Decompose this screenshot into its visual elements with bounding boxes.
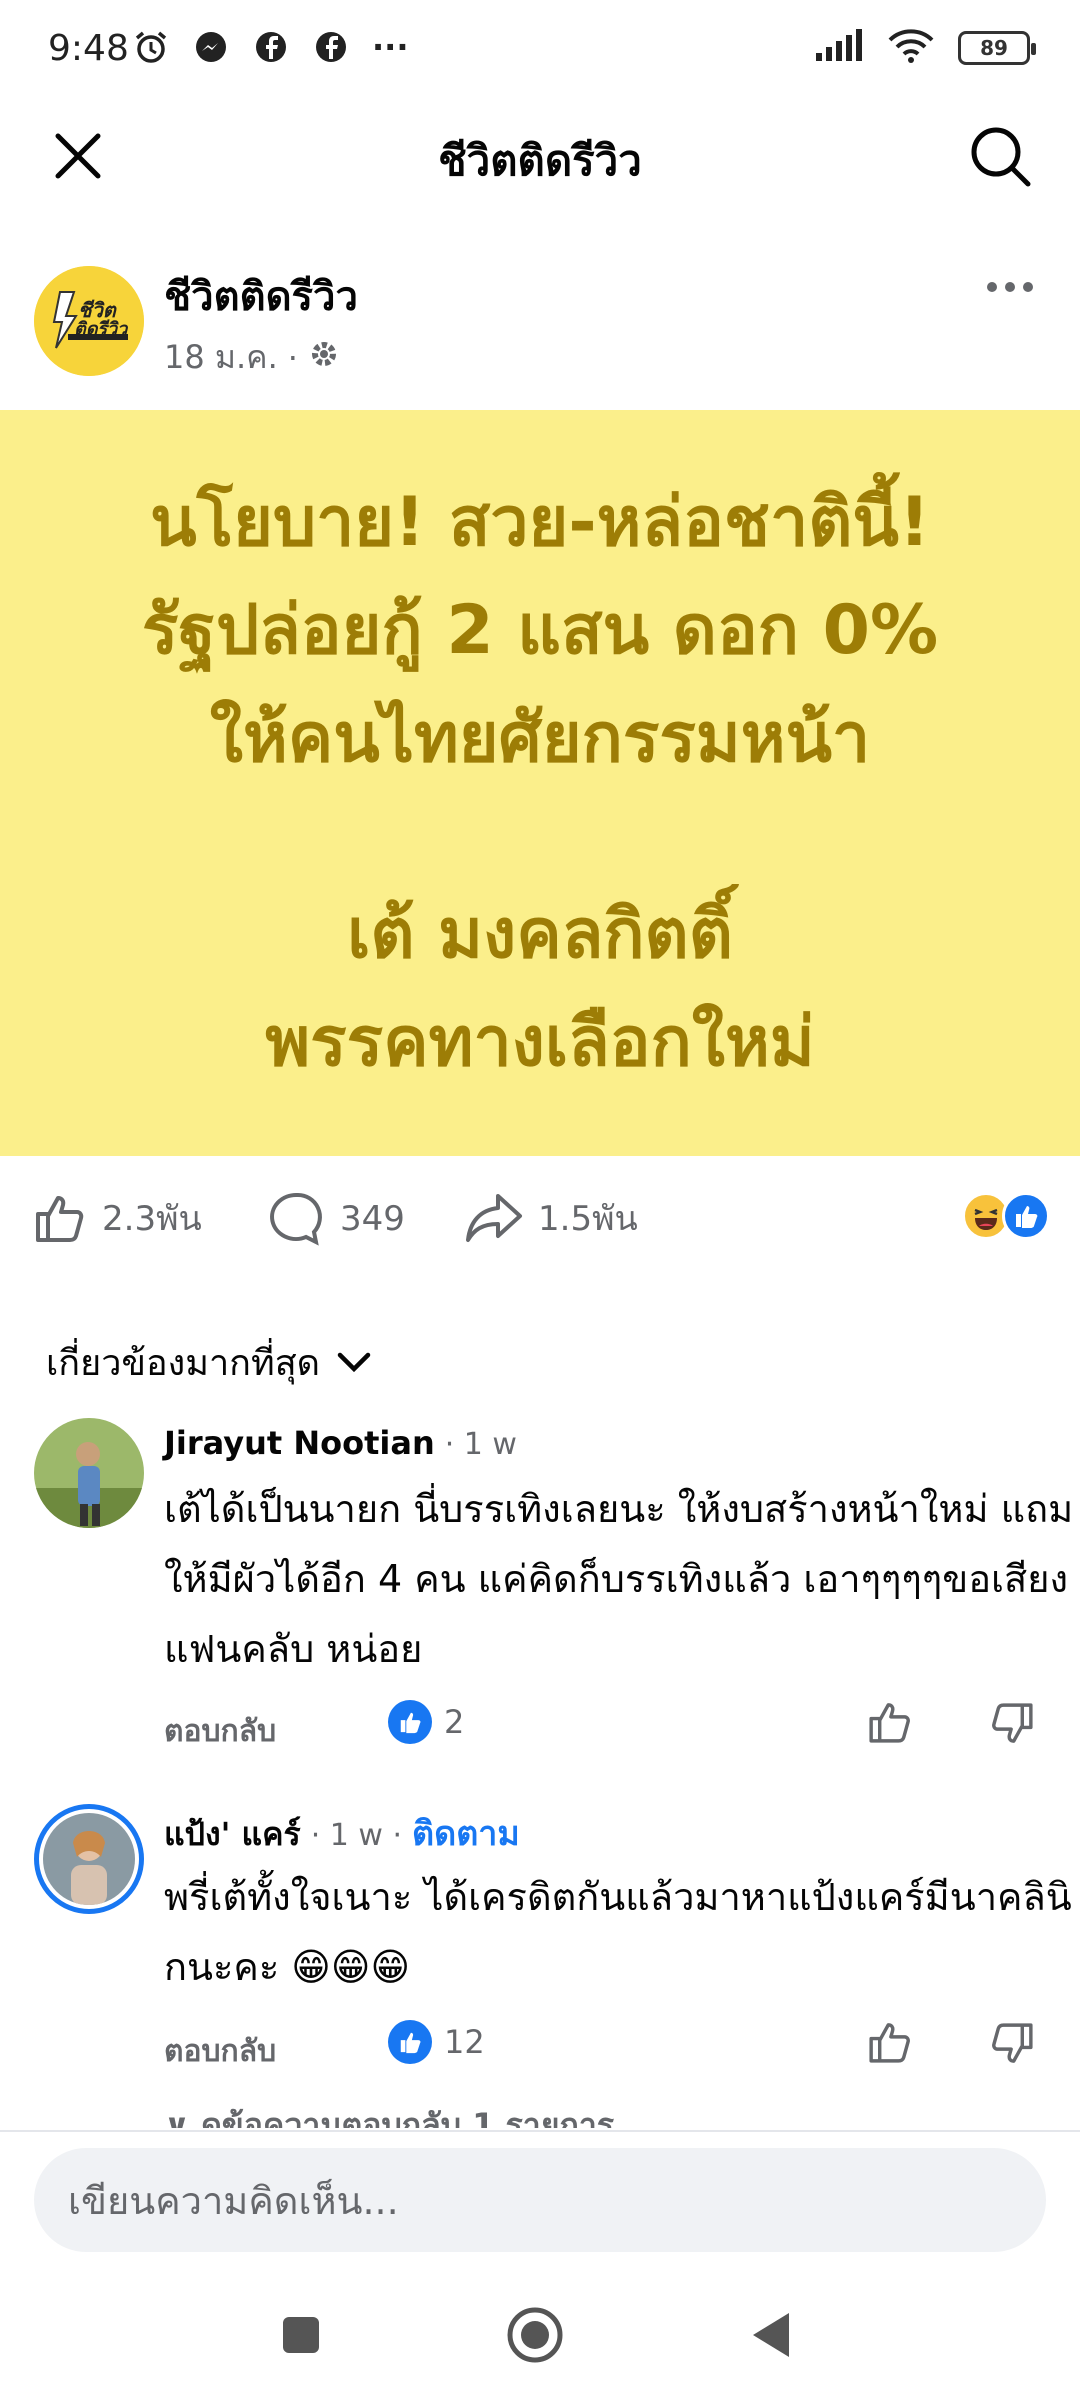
banner-line: ให้คนไทยศัยกรรมหน้า (209, 699, 871, 778)
commenter-name[interactable]: Jirayut Nootian (164, 1424, 435, 1462)
dot-icon (1023, 282, 1033, 292)
back-button[interactable] (736, 2300, 806, 2370)
post-image-banner[interactable]: นโยบาย! สวย-หล่อชาตินี้! รัฐปล่อยกู้ 2 แ… (0, 410, 1080, 1156)
divider (0, 2130, 1080, 2132)
thumbs-up-icon (36, 1196, 84, 1242)
follow-button[interactable]: ติดตาม (412, 1806, 520, 1860)
comment-time: · 1 w (444, 1427, 517, 1462)
more-notifications: ··· (372, 28, 409, 66)
chevron-down-icon (337, 1352, 371, 1372)
banner-line: รัฐปล่อยกู้ 2 แสน ดอก 0% (141, 591, 939, 670)
header-title: ชีวิตติดรีวิว (438, 136, 642, 185)
comment-header: แป้ง' แคร์ · 1 w · ติดตาม (164, 1806, 520, 1860)
wifi-icon (886, 28, 936, 68)
status-system-icons: 89 (814, 28, 1036, 68)
share-action[interactable]: 1.5พัน (464, 1190, 638, 1246)
comment-like-button[interactable] (866, 1698, 914, 1750)
like-count: 2.3พัน (102, 1199, 202, 1239)
battery-icon: 89 (958, 31, 1036, 65)
comment-sort-dropdown[interactable]: เกี่ยวข้องมากที่สุด (46, 1334, 372, 1391)
reply-button[interactable]: ตอบกลับ (164, 1708, 276, 1755)
commenter-avatar[interactable] (34, 1804, 144, 1914)
post-date[interactable]: 18 ม.ค. (164, 332, 278, 383)
comment-like-button[interactable] (866, 2018, 914, 2070)
like-action[interactable]: 2.3พัน (32, 1190, 202, 1246)
square-icon (283, 2317, 319, 2353)
like-badge-icon (388, 1700, 432, 1744)
dot-icon (987, 282, 997, 292)
messenger-icon (192, 28, 230, 66)
share-icon (466, 1194, 522, 1242)
comment-like-number: 12 (444, 2023, 485, 2061)
thumbs-down-icon (992, 2023, 1033, 2063)
circle-icon (507, 2307, 563, 2363)
back-triangle-icon (753, 2313, 789, 2357)
comment-time: · 1 w · (310, 1818, 403, 1853)
status-notification-icons: ··· (132, 28, 408, 66)
thumbs-up-icon (869, 1703, 910, 1743)
facebook-icon (252, 28, 290, 66)
reactions-summary[interactable] (962, 1192, 1050, 1240)
comment-text: เต้ได้เป็นนายก นี่บรรเทิงเลยนะ ให้งบสร้า… (164, 1487, 1074, 1671)
comment-like-count: 12 (388, 2020, 485, 2064)
reply-button[interactable]: ตอบกลับ (164, 2028, 276, 2075)
dot-icon (1005, 282, 1015, 292)
comment-action[interactable]: 349 (268, 1190, 405, 1248)
thumbs-up-icon (869, 2023, 910, 2063)
banner-line: นโยบาย! สวย-หล่อชาตินี้! (150, 483, 930, 562)
status-time: 9:48 (48, 28, 129, 69)
gear-icon[interactable] (308, 338, 340, 378)
post-meta: 18 ม.ค. · (164, 332, 340, 383)
like-reaction-icon (1002, 1192, 1050, 1240)
comment-dislike-button[interactable] (988, 2020, 1036, 2072)
meta-separator: · (287, 338, 298, 377)
page-avatar[interactable]: ชีวิต ติดรีวิว (34, 266, 144, 376)
page-name[interactable]: ชีวิตติดรีวิว (164, 264, 358, 328)
recents-button[interactable] (266, 2300, 336, 2370)
comment-like-count: 2 (388, 1700, 464, 1744)
search-icon (971, 127, 1031, 187)
logo-text-bottom: ติดรีวิว (74, 319, 128, 340)
comment-dislike-button[interactable] (988, 1700, 1036, 1752)
facebook-icon (312, 28, 350, 66)
banner-line: เต้ มงคลกิตติ์ (347, 895, 733, 974)
post-more-button[interactable] (970, 262, 1050, 312)
comment-count: 349 (340, 1199, 405, 1239)
alarm-icon (132, 28, 170, 66)
comment-text: พรี่เต้ทั้งใจเนาะ ได้เครดิตกันแล้วมาหาแป… (164, 1875, 1072, 1989)
share-count: 1.5พัน (538, 1199, 638, 1239)
thumbs-down-icon (992, 1703, 1033, 1743)
comment-icon (270, 1192, 322, 1246)
comment-input[interactable]: เขียนความคิดเห็น... (34, 2148, 1046, 2252)
view-replies-link[interactable]: ∨ ดูข้อความตอบกลับ 1 รายการ (164, 2100, 614, 2128)
banner-line: พรรคทางเลือกใหม่ (265, 1003, 815, 1082)
search-button[interactable] (960, 116, 1040, 196)
comment-like-number: 2 (444, 1703, 465, 1741)
comment-header: Jirayut Nootian · 1 w (164, 1424, 517, 1462)
commenter-avatar[interactable] (34, 1418, 144, 1528)
commenter-name[interactable]: แป้ง' แคร์ (164, 1809, 301, 1860)
home-button[interactable] (500, 2300, 570, 2370)
sort-label: เกี่ยวข้องมากที่สุด (46, 1343, 321, 1384)
like-badge-icon (388, 2020, 432, 2064)
signal-icon (814, 29, 864, 67)
